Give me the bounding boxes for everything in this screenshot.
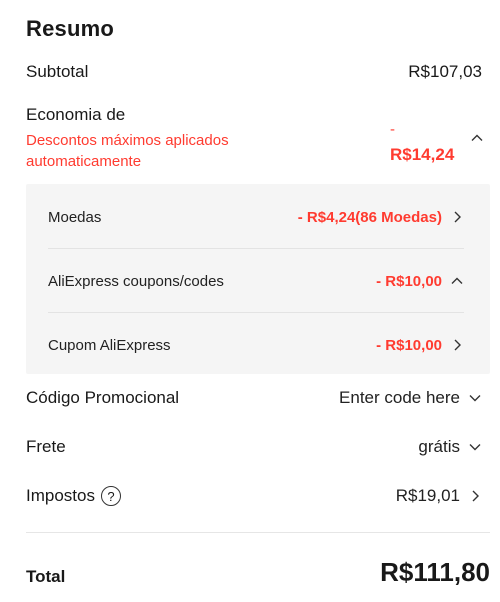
subtotal-label: Subtotal (26, 62, 89, 81)
coupons-codes-label: AliExpress coupons/codes (48, 272, 224, 290)
coins-value: - R$4,24(86 Moedas) (297, 208, 442, 226)
breakdown-divider (48, 312, 464, 313)
chevron-up-icon[interactable] (450, 274, 464, 288)
aliexpress-coupon-value: - R$10,00 (376, 336, 442, 354)
chevron-down-icon[interactable] (468, 440, 482, 454)
taxes-row[interactable]: Impostos ? R$19,01 (26, 486, 482, 506)
breakdown-row-aliexpress-coupon[interactable]: Cupom AliExpress - R$10,00 (48, 314, 464, 376)
breakdown-divider (48, 248, 464, 249)
chevron-up-icon[interactable] (470, 131, 484, 145)
summary-title: Resumo (26, 16, 114, 41)
order-summary-panel: Resumo Subtotal R$107,03 Economia de Des… (0, 0, 500, 602)
savings-note: Descontos máximos aplicados automaticame… (26, 132, 229, 170)
promo-code-row[interactable]: Código Promocional Enter code here (26, 388, 482, 408)
total-label: Total (26, 567, 66, 586)
breakdown-row-coins[interactable]: Moedas - R$4,24(86 Moedas) (48, 186, 464, 248)
savings-minus: - (390, 121, 395, 138)
taxes-label: Impostos (26, 486, 95, 505)
chevron-right-icon[interactable] (450, 210, 464, 224)
promo-code-label: Código Promocional (26, 388, 180, 407)
chevron-right-icon[interactable] (450, 338, 464, 352)
shipping-label: Frete (26, 437, 66, 456)
savings-row[interactable]: Economia de Descontos máximos aplicados … (26, 105, 484, 175)
shipping-value: grátis (418, 437, 460, 456)
taxes-label-wrap: Impostos ? (26, 486, 121, 506)
help-icon[interactable]: ? (100, 486, 121, 506)
total-value: R$111,80 (380, 557, 490, 587)
savings-value: R$14,24 (390, 145, 455, 164)
discount-breakdown: Moedas - R$4,24(86 Moedas) AliExpress co… (26, 184, 490, 374)
coins-label: Moedas (48, 208, 102, 226)
shipping-row[interactable]: Frete grátis (26, 437, 482, 457)
breakdown-row-coupons-codes[interactable]: AliExpress coupons/codes - R$10,00 (48, 250, 464, 312)
promo-code-input[interactable]: Enter code here (339, 388, 460, 408)
subtotal-row: Subtotal R$107,03 (26, 62, 482, 82)
taxes-value: R$19,01 (395, 486, 460, 505)
aliexpress-coupon-label: Cupom AliExpress (48, 336, 171, 354)
savings-label: Economia de (26, 105, 126, 124)
subtotal-value: R$107,03 (408, 62, 482, 81)
chevron-down-icon[interactable] (468, 391, 482, 405)
coupons-codes-value: - R$10,00 (376, 272, 442, 290)
divider (26, 532, 490, 533)
chevron-right-icon[interactable] (468, 489, 482, 503)
